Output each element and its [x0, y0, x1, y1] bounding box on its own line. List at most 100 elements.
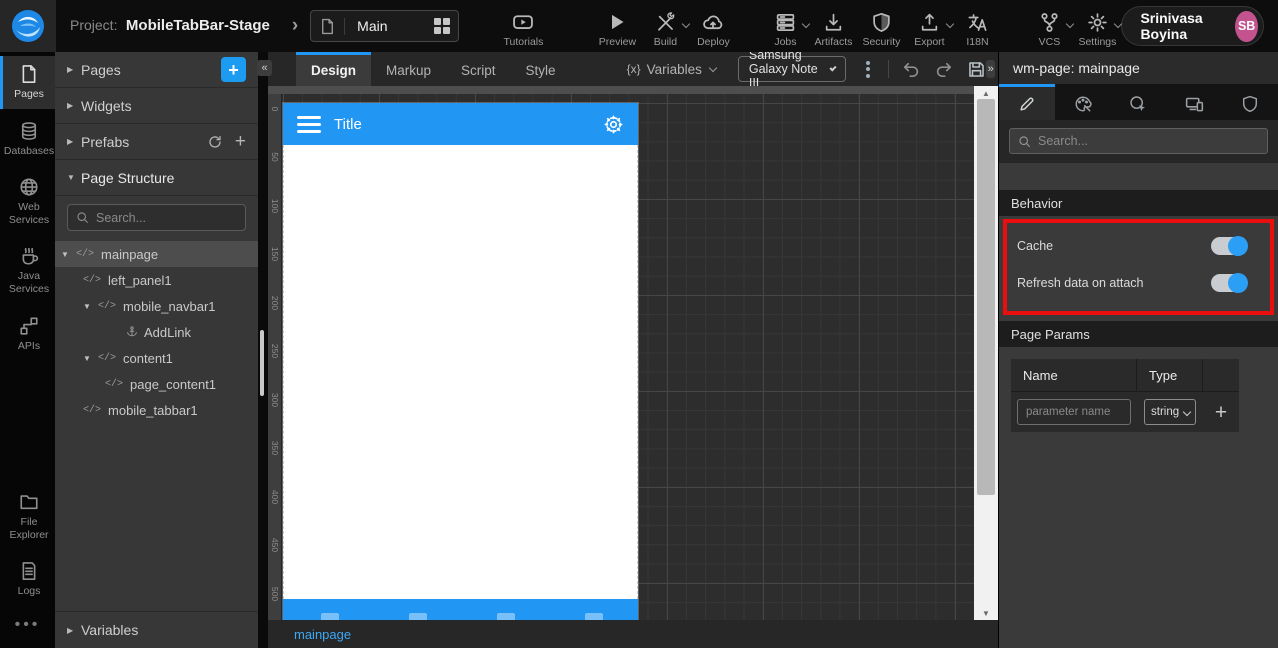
more-menu-button[interactable]: [862, 57, 874, 82]
shield-icon: [871, 11, 892, 33]
triangle-right-icon: ▶: [67, 625, 74, 635]
preview-button[interactable]: Preview: [591, 4, 643, 48]
dashboard-grid-icon[interactable]: [434, 18, 451, 34]
cache-toggle[interactable]: [1211, 235, 1248, 256]
deploy-button[interactable]: Deploy: [687, 4, 739, 48]
editor-area: Design Markup Script Style {x} Variables…: [268, 48, 998, 648]
tabbar-item-icon: [321, 613, 339, 620]
actions-column-header: [1203, 359, 1239, 391]
param-type-select[interactable]: string: [1145, 400, 1195, 424]
i18n-button[interactable]: I18N: [951, 4, 1003, 48]
page-icon: [319, 17, 346, 35]
tree-item-mobile-navbar1[interactable]: ▼ </> mobile_navbar1: [55, 293, 258, 319]
properties-search-input[interactable]: [1038, 134, 1259, 148]
database-icon: [21, 121, 37, 140]
sidebar-item-file-explorer[interactable]: File Explorer: [0, 484, 55, 549]
undo-button[interactable]: [901, 59, 921, 79]
tab-styles[interactable]: [1055, 84, 1111, 120]
section-variables[interactable]: ▶ Variables: [55, 611, 258, 648]
tab-style[interactable]: Style: [511, 52, 571, 86]
server-stack-icon: [775, 11, 796, 33]
editor-statusbar: mainpage: [268, 620, 998, 648]
properties-header: wm-page: mainpage: [999, 52, 1278, 84]
navbar-gear-icon[interactable]: [603, 114, 624, 135]
tree-item-content1[interactable]: ▼ </> content1: [55, 345, 258, 371]
more-options-button[interactable]: •••: [0, 606, 55, 648]
section-page-structure[interactable]: ▼ Page Structure: [55, 160, 258, 196]
tree-item-mainpage[interactable]: ▼ </> mainpage: [55, 241, 258, 267]
collapse-left-panel-button[interactable]: «: [257, 60, 272, 76]
properties-search[interactable]: [1009, 128, 1268, 154]
expand-right-panel-button[interactable]: »: [986, 60, 995, 78]
mobile-tabbar-widget[interactable]: [283, 599, 638, 620]
scroll-up-arrow[interactable]: ▲: [974, 86, 998, 100]
canvas-scrollbar[interactable]: ▲ ▼: [974, 86, 998, 620]
tab-security[interactable]: [1222, 84, 1278, 120]
add-page-button[interactable]: +: [221, 57, 246, 82]
refresh-icon[interactable]: [207, 134, 223, 150]
sidebar-item-databases[interactable]: Databases: [0, 113, 55, 166]
tab-properties[interactable]: [999, 84, 1055, 120]
mobile-navbar-widget[interactable]: Title: [283, 103, 638, 145]
sidebar-item-apis[interactable]: APIs: [0, 308, 55, 361]
tree-item-addlink[interactable]: AddLink: [55, 319, 258, 345]
section-pages[interactable]: ▶ Pages +: [55, 52, 258, 88]
tabbar-item-icon: [409, 613, 427, 620]
add-prefab-button[interactable]: +: [235, 131, 246, 153]
tree-item-mobile-tabbar1[interactable]: </> mobile_tabbar1: [55, 397, 258, 423]
sidebar-item-pages[interactable]: Pages: [0, 56, 55, 109]
scroll-down-arrow[interactable]: ▼: [974, 606, 998, 620]
settings-button[interactable]: Settings: [1071, 4, 1123, 48]
device-selector[interactable]: Samsung Galaxy Note III: [737, 48, 846, 90]
add-param-button[interactable]: +: [1215, 402, 1227, 423]
jobs-button[interactable]: Jobs: [759, 4, 811, 48]
artifacts-button[interactable]: Artifacts: [807, 4, 859, 48]
devices-icon: [1185, 97, 1203, 112]
project-breadcrumb: Project: MobileTabBar-Stage: [70, 17, 270, 35]
sidebar-item-web-services[interactable]: Web Services: [0, 169, 55, 234]
triangle-down-icon: ▼: [83, 353, 91, 363]
tab-markup[interactable]: Markup: [371, 52, 446, 86]
redo-button[interactable]: [934, 59, 954, 79]
page-selector[interactable]: Main: [310, 10, 460, 42]
hamburger-menu-icon[interactable]: [297, 115, 321, 133]
tree-item-left-panel1[interactable]: </> left_panel1: [55, 267, 258, 293]
section-widgets[interactable]: ▶ Widgets: [55, 88, 258, 124]
panel-gutter: «: [257, 52, 272, 648]
cache-setting-row: Cache: [1017, 227, 1260, 264]
chevron-down-icon: [1114, 19, 1123, 29]
canvas-scrollbar-thumb[interactable]: [977, 99, 995, 495]
user-menu[interactable]: Srinivasa Boyina SB: [1121, 6, 1264, 46]
param-name-input[interactable]: [1017, 399, 1131, 425]
wavemaker-logo[interactable]: [0, 0, 56, 52]
behavior-section-header: Behavior: [999, 190, 1278, 216]
sidebar-item-logs[interactable]: Logs: [0, 553, 55, 606]
translate-icon: [967, 11, 988, 33]
panel-filler: [999, 444, 1278, 648]
tree-item-page-content1[interactable]: </> page_content1: [55, 371, 258, 397]
tab-devices[interactable]: [1166, 84, 1222, 120]
page-content-widget[interactable]: [283, 145, 638, 599]
variables-button[interactable]: {x} Variables: [627, 52, 718, 86]
save-button[interactable]: [967, 60, 986, 79]
tab-script[interactable]: Script: [446, 52, 511, 86]
security-button[interactable]: Security: [855, 4, 907, 48]
tab-design[interactable]: Design: [296, 52, 372, 86]
vcs-button[interactable]: VCS: [1023, 4, 1075, 48]
explorer-scrollbar-thumb[interactable]: [260, 330, 264, 396]
open-page-tab[interactable]: mainpage: [294, 627, 351, 642]
build-button[interactable]: Build: [639, 4, 691, 48]
tab-events[interactable]: [1111, 84, 1167, 120]
phone-preview[interactable]: Title: [283, 103, 638, 620]
structure-search[interactable]: [67, 204, 246, 231]
sidebar-item-java-services[interactable]: Java Services: [0, 238, 55, 303]
structure-search-input[interactable]: [96, 210, 237, 225]
triangle-right-icon: ▶: [67, 137, 74, 146]
export-button[interactable]: Export: [903, 4, 955, 48]
wavemaker-logo-icon: [12, 10, 44, 42]
breadcrumb-chevron-icon: ›: [291, 15, 299, 36]
section-prefabs[interactable]: ▶ Prefabs +: [55, 124, 258, 160]
cursor-click-icon: [1130, 95, 1146, 111]
tutorials-button[interactable]: Tutorials: [497, 4, 549, 48]
refresh-data-on-attach-toggle[interactable]: [1211, 272, 1248, 293]
